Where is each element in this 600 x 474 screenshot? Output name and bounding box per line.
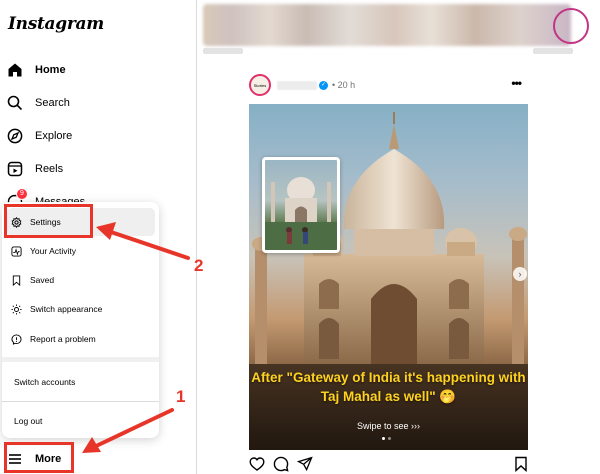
sidebar-item-home[interactable]: Home bbox=[6, 58, 66, 82]
activity-icon bbox=[10, 245, 22, 257]
comment-icon[interactable] bbox=[273, 456, 289, 472]
menu-divider bbox=[2, 357, 159, 362]
story-username bbox=[533, 48, 573, 54]
post-overlay-caption: After "Gateway of India it's happening w… bbox=[251, 370, 526, 404]
menu-item-log-out[interactable]: Log out bbox=[14, 411, 42, 431]
sidebar-item-label: Reels bbox=[35, 163, 64, 175]
story-avatar[interactable] bbox=[553, 8, 589, 44]
stories-strip-blurred[interactable] bbox=[203, 4, 571, 46]
sidebar-item-label: Search bbox=[35, 97, 70, 109]
carousel-next-button[interactable]: › bbox=[513, 267, 527, 281]
sidebar-item-search[interactable]: Search bbox=[6, 91, 70, 115]
post-timestamp: • 20 h bbox=[332, 80, 356, 90]
carousel-dot-active bbox=[382, 437, 385, 440]
menu-item-label: Switch appearance bbox=[30, 304, 103, 314]
swipe-hint: Swipe to see ››› bbox=[356, 421, 421, 431]
menu-item-label: Saved bbox=[30, 275, 55, 285]
annotation-box-settings bbox=[4, 204, 93, 238]
compass-icon bbox=[6, 127, 24, 145]
menu-item-label: Your Activity bbox=[30, 246, 76, 256]
menu-item-label: Switch accounts bbox=[14, 377, 76, 387]
sidebar-item-reels[interactable]: Reels bbox=[6, 157, 63, 181]
post-actions bbox=[249, 456, 529, 474]
verified-badge-icon: ✓ bbox=[319, 81, 328, 90]
menu-divider bbox=[2, 401, 159, 402]
menu-item-saved[interactable]: Saved bbox=[10, 270, 54, 290]
inset-photo-gateway bbox=[262, 157, 340, 253]
sidebar-item-explore[interactable]: Explore bbox=[6, 124, 72, 148]
sun-icon bbox=[10, 303, 22, 315]
menu-item-label: Log out bbox=[14, 416, 43, 426]
menu-item-your-activity[interactable]: Your Activity bbox=[10, 241, 76, 261]
save-bookmark-icon[interactable] bbox=[513, 456, 529, 472]
instagram-logo[interactable]: Instagram bbox=[8, 14, 104, 34]
post-media[interactable]: › After "Gateway of India it's happening… bbox=[249, 104, 528, 450]
bookmark-icon bbox=[10, 274, 22, 286]
post-author-username[interactable] bbox=[277, 81, 317, 90]
annotation-box-more bbox=[4, 442, 74, 473]
sidebar-item-label: Home bbox=[35, 64, 66, 76]
annotation-number-1: 1 bbox=[176, 387, 186, 406]
post-options-icon[interactable]: ••• bbox=[511, 76, 522, 90]
carousel-dots bbox=[382, 437, 391, 440]
message-count-badge: 9 bbox=[16, 188, 28, 200]
story-username bbox=[203, 48, 243, 54]
report-icon bbox=[10, 333, 22, 345]
reels-icon bbox=[6, 160, 24, 178]
home-icon bbox=[6, 61, 24, 79]
sidebar-item-label: Explore bbox=[35, 130, 73, 142]
share-icon[interactable] bbox=[297, 456, 313, 472]
stories-tray bbox=[197, 0, 600, 60]
menu-item-switch-appearance[interactable]: Switch appearance bbox=[10, 299, 102, 319]
instagram-window: Instagram Home Search Explore Reels 9 Mo… bbox=[0, 0, 600, 474]
menu-item-report-a-problem[interactable]: Report a problem bbox=[10, 329, 96, 349]
carousel-dot bbox=[388, 437, 391, 440]
post-header: Stories ✓ • 20 h ••• bbox=[249, 74, 529, 98]
post-author-avatar[interactable]: Stories bbox=[249, 74, 271, 96]
search-icon bbox=[6, 94, 24, 112]
menu-item-label: Report a problem bbox=[30, 334, 96, 344]
menu-item-switch-accounts[interactable]: Switch accounts bbox=[14, 372, 75, 392]
heart-icon[interactable] bbox=[249, 456, 265, 472]
annotation-number-2: 2 bbox=[194, 256, 204, 275]
